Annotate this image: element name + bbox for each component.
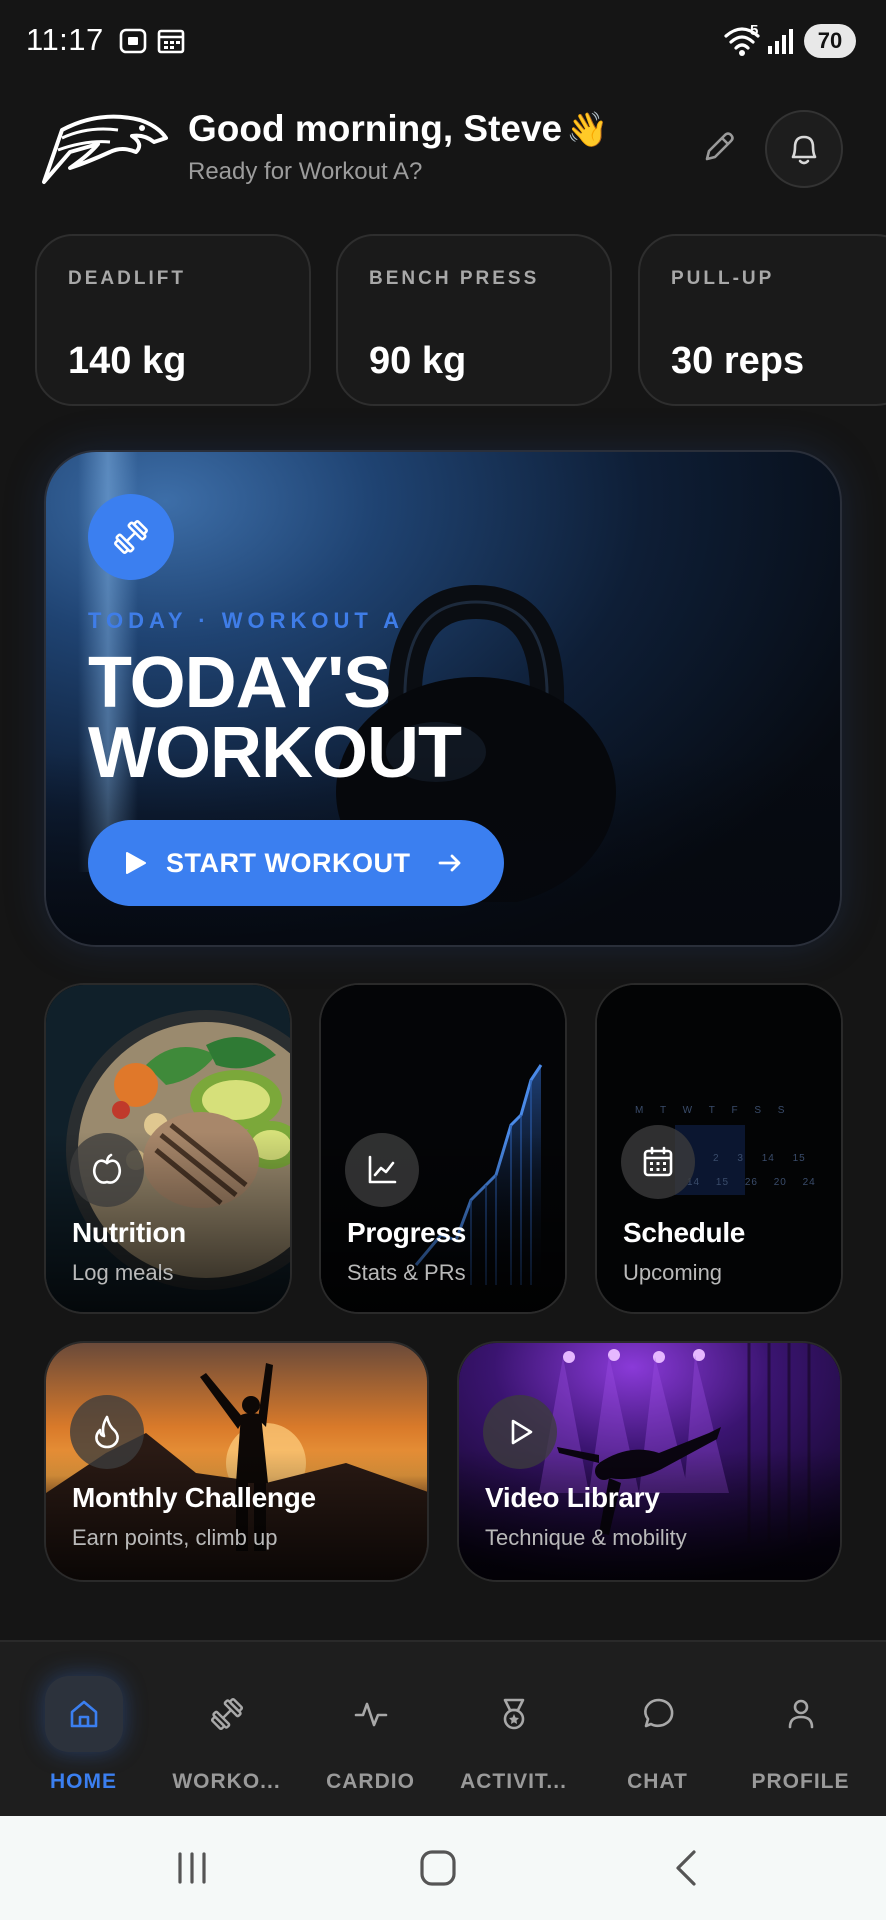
schedule-tile[interactable]: M T W T F S S 2 3 14 15 14 15 26 20 24 S…: [595, 983, 843, 1314]
stat-card-bench-press[interactable]: BENCH PRESS 90 kg: [336, 234, 612, 406]
eagle-logo-icon: [42, 114, 168, 184]
status-time: 11:17: [26, 22, 104, 57]
system-navigation-bar: [0, 1816, 886, 1920]
stat-value: 30 reps: [671, 340, 805, 382]
nav-label: PROFILE: [751, 1770, 850, 1793]
calendar-row-2: 14 15 26 20 24: [687, 1177, 816, 1188]
wifi-badge: 5: [750, 22, 759, 39]
dumbbell-icon: [210, 1697, 243, 1731]
arrow-right-icon: [439, 854, 461, 872]
user-icon: [788, 1699, 813, 1729]
activity-icon: [354, 1702, 387, 1727]
nav-icon-wrap: [188, 1676, 266, 1752]
nav-label: HOME: [50, 1770, 117, 1793]
tile-shade: [46, 1449, 427, 1580]
nav-item-activities[interactable]: ACTIVIT...: [442, 1676, 585, 1806]
nav-label: ACTIVIT...: [460, 1770, 567, 1793]
screenshot-icon: [119, 28, 147, 54]
home-system-icon[interactable]: [416, 1846, 460, 1890]
recent-apps-icon[interactable]: [170, 1846, 214, 1890]
chat-icon: [643, 1698, 673, 1728]
bottom-nav: HOME WORKO... CARDIO ACTIVIT... CHAT PRO…: [0, 1640, 886, 1816]
line-chart-icon: [368, 1155, 397, 1184]
nav-icon-wrap: [619, 1676, 697, 1752]
nav-item-chat[interactable]: CHAT: [586, 1676, 729, 1806]
schedule-title: Schedule: [623, 1217, 746, 1248]
start-workout-label: START WORKOUT: [166, 847, 411, 878]
nav-item-home[interactable]: HOME: [12, 1676, 155, 1806]
progress-subtitle: Stats & PRs: [347, 1260, 466, 1285]
stat-value: 90 kg: [369, 340, 467, 382]
calendar-weekdays: M T W T F S S: [635, 1105, 786, 1116]
stat-card-pull-up[interactable]: PULL-UP 30 reps: [638, 234, 886, 406]
signal-icon: [768, 29, 793, 54]
nutrition-subtitle: Log meals: [72, 1260, 174, 1285]
greeting-text: Good morning, Steve: [188, 108, 563, 149]
nutrition-title: Nutrition: [72, 1217, 186, 1248]
wave-emoji: 👋: [566, 111, 609, 149]
stat-label: PULL-UP: [671, 268, 775, 289]
calendar-icon: [643, 1146, 673, 1177]
hero-dumbbell-badge: [88, 494, 174, 580]
video-library-tile[interactable]: Video Library Technique & mobility: [457, 1341, 842, 1582]
notifications-button[interactable]: [765, 110, 843, 188]
challenge-icon-badge: [70, 1395, 144, 1469]
monthly-challenge-tile[interactable]: Monthly Challenge Earn points, climb up: [44, 1341, 429, 1582]
nav-icon-wrap: [762, 1676, 840, 1752]
stat-value: 140 kg: [68, 340, 187, 382]
schedule-subtitle: Upcoming: [623, 1260, 723, 1285]
challenge-title: Monthly Challenge: [72, 1482, 316, 1513]
bell-icon: [791, 135, 817, 165]
flame-icon: [95, 1415, 119, 1449]
progress-tile[interactable]: Progress Stats & PRs: [319, 983, 567, 1314]
medal-icon: [503, 1698, 524, 1730]
nav-label: CARDIO: [326, 1770, 415, 1793]
back-icon[interactable]: [666, 1846, 710, 1890]
start-workout-button[interactable]: START WORKOUT: [88, 820, 504, 906]
home-screen: 11:17 5 70 Good morning, Steve 👋 Ready f…: [0, 0, 886, 1920]
pencil-icon: [705, 132, 734, 161]
dumbbell-icon: [114, 520, 148, 554]
video-subtitle: Technique & mobility: [485, 1525, 687, 1550]
play-icon: [126, 852, 146, 874]
stat-label: DEADLIFT: [68, 268, 186, 289]
progress-icon-badge: [345, 1133, 419, 1207]
play-icon: [511, 1419, 533, 1445]
greeting-title: Good morning, Steve 👋: [188, 108, 608, 150]
calendar-row-1: 2 3 14 15: [713, 1153, 806, 1164]
schedule-icon-badge: [621, 1125, 695, 1199]
nav-icon-wrap: [44, 1676, 123, 1752]
challenge-subtitle: Earn points, climb up: [72, 1525, 278, 1550]
apple-icon: [92, 1153, 122, 1184]
nutrition-icon-badge: [70, 1133, 144, 1207]
progress-title: Progress: [347, 1217, 466, 1248]
battery-indicator: 70: [804, 24, 856, 58]
video-title: Video Library: [485, 1482, 660, 1513]
greeting-subtitle: Ready for Workout A?: [188, 158, 423, 185]
hero-title: TODAY'S WORKOUT: [88, 643, 462, 793]
edit-button[interactable]: [694, 124, 742, 172]
stat-card-deadlift[interactable]: DEADLIFT 140 kg: [35, 234, 311, 406]
video-icon-badge: [483, 1395, 557, 1469]
calendar-status-icon: [157, 29, 185, 54]
status-bar: 11:17 5 70: [0, 0, 886, 84]
stat-label: BENCH PRESS: [369, 268, 540, 289]
nav-item-profile[interactable]: PROFILE: [729, 1676, 872, 1806]
nav-item-workouts[interactable]: WORKO...: [155, 1676, 298, 1806]
nutrition-tile[interactable]: Nutrition Log meals: [44, 983, 292, 1314]
hero-kicker: TODAY · WORKOUT A: [88, 608, 405, 633]
nav-icon-wrap: [475, 1676, 553, 1752]
todays-workout-card[interactable]: TODAY · WORKOUT A TODAY'S WORKOUT START …: [44, 450, 842, 947]
nav-label: CHAT: [627, 1770, 688, 1793]
tile-shade: [459, 1449, 840, 1580]
nav-icon-wrap: [332, 1676, 410, 1752]
nav-label: WORKO...: [172, 1770, 281, 1793]
nav-item-cardio[interactable]: CARDIO: [299, 1676, 442, 1806]
home-icon: [70, 1700, 97, 1728]
